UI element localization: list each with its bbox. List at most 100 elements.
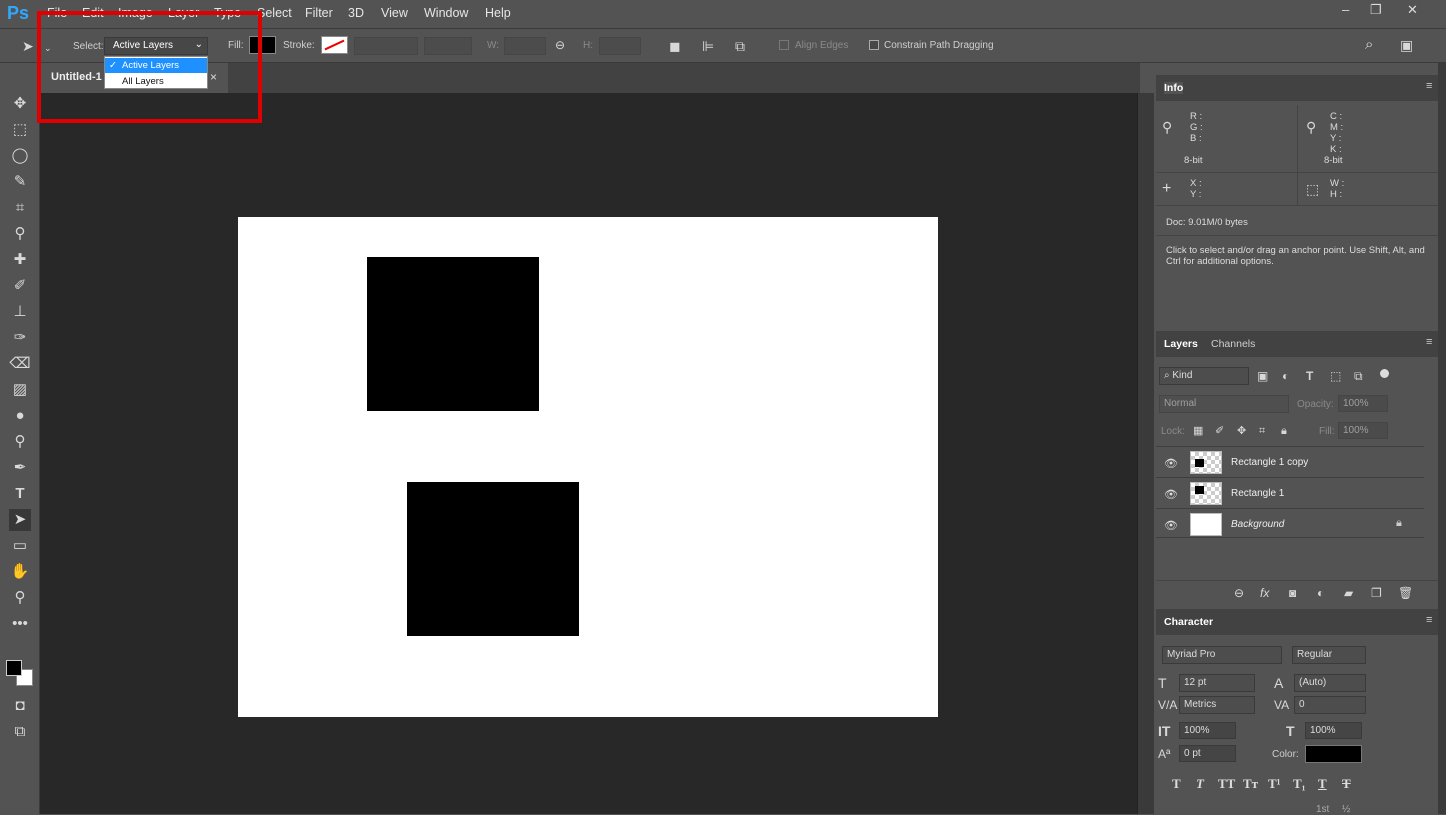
blur-tool-icon[interactable]: ● bbox=[9, 405, 31, 427]
brush-tool-icon[interactable]: ✐ bbox=[9, 275, 31, 297]
font-style-select[interactable]: Regular bbox=[1292, 646, 1366, 664]
rectangle-tool-icon[interactable]: ▭ bbox=[9, 535, 31, 557]
layer-filter-kind[interactable]: ⌕ Kind bbox=[1159, 367, 1249, 385]
layer-row[interactable]: 👁︎ Rectangle 1 bbox=[1156, 477, 1424, 507]
search-icon[interactable]: ⌕ bbox=[1365, 37, 1373, 53]
link-layers-icon[interactable]: ⊖ bbox=[1234, 585, 1244, 601]
rectangle-1-shape[interactable] bbox=[407, 482, 579, 636]
panel-menu-icon[interactable]: ≡ bbox=[1426, 336, 1432, 348]
pen-tool-icon[interactable]: ✒ bbox=[9, 457, 31, 479]
path-operations-icon[interactable]: ◼ bbox=[669, 38, 681, 54]
menu-3d[interactable]: 3D bbox=[348, 6, 364, 20]
dodge-tool-icon[interactable]: ⚲ bbox=[9, 431, 31, 453]
crop-tool-icon[interactable]: ⌗ bbox=[9, 197, 31, 219]
healing-brush-tool-icon[interactable]: ✚ bbox=[9, 249, 31, 271]
panel-menu-icon[interactable]: ≡ bbox=[1426, 80, 1432, 92]
constrain-checkbox[interactable] bbox=[869, 40, 879, 50]
gradient-tool-icon[interactable]: ▨ bbox=[9, 379, 31, 401]
move-tool-icon[interactable]: ✥ bbox=[9, 93, 31, 115]
text-color-swatch[interactable] bbox=[1305, 745, 1362, 763]
zoom-tool-icon[interactable]: ⚲ bbox=[9, 587, 31, 609]
menu-help[interactable]: Help bbox=[485, 6, 511, 20]
menu-filter[interactable]: Filter bbox=[305, 6, 333, 20]
layer-name[interactable]: Rectangle 1 bbox=[1231, 488, 1284, 499]
tracking-select[interactable]: 0 bbox=[1294, 696, 1366, 714]
quick-selection-tool-icon[interactable]: ✎ bbox=[9, 171, 31, 193]
quick-mask-icon[interactable]: ◘ bbox=[9, 695, 31, 717]
restore-button[interactable]: ❐ bbox=[1370, 2, 1382, 18]
superscript-button[interactable]: T¹ bbox=[1268, 776, 1281, 792]
menu-select[interactable]: Select bbox=[257, 6, 292, 20]
type-filter-icon[interactable]: T bbox=[1306, 368, 1313, 384]
panel-menu-icon[interactable]: ≡ bbox=[1426, 614, 1432, 626]
font-size-select[interactable]: 12 pt bbox=[1179, 674, 1255, 692]
visibility-eye-icon[interactable]: 👁︎ bbox=[1164, 519, 1178, 532]
vertical-scale-field[interactable]: 100% bbox=[1179, 722, 1236, 739]
tab-info[interactable]: Info bbox=[1164, 82, 1184, 94]
workspace-icon[interactable]: ▣ bbox=[1400, 37, 1413, 53]
foreground-color-swatch[interactable] bbox=[6, 660, 22, 676]
align-edges-checkbox[interactable] bbox=[779, 40, 789, 50]
layer-name[interactable]: Rectangle 1 copy bbox=[1231, 457, 1308, 468]
strikethrough-button[interactable]: T bbox=[1342, 776, 1351, 792]
path-selection-tool-icon[interactable]: ➤ bbox=[22, 38, 34, 54]
baseline-shift-field[interactable]: 0 pt bbox=[1179, 745, 1236, 762]
tab-layers[interactable]: Layers bbox=[1164, 338, 1198, 350]
lasso-tool-icon[interactable]: ◯ bbox=[9, 145, 31, 167]
path-alignment-icon[interactable]: ⊫ bbox=[702, 38, 714, 54]
folder-icon[interactable]: ▰ bbox=[1344, 585, 1353, 601]
ordinals-button[interactable]: 1st bbox=[1316, 804, 1329, 815]
eraser-tool-icon[interactable]: ⌫ bbox=[9, 353, 31, 375]
filter-toggle-icon[interactable] bbox=[1380, 369, 1389, 378]
vertical-scrollbar[interactable] bbox=[1137, 93, 1154, 814]
tab-character[interactable]: Character bbox=[1164, 616, 1213, 628]
underline-button[interactable]: T bbox=[1318, 776, 1327, 792]
visibility-eye-icon[interactable]: 👁︎ bbox=[1164, 488, 1178, 501]
rectangle-1-copy-shape[interactable] bbox=[367, 257, 539, 411]
leading-select[interactable]: (Auto) bbox=[1294, 674, 1366, 692]
eyedropper-tool-icon[interactable]: ⚲ bbox=[9, 223, 31, 245]
faux-bold-button[interactable]: T bbox=[1172, 776, 1181, 792]
b-label: B : bbox=[1190, 133, 1202, 144]
menu-window[interactable]: Window bbox=[424, 6, 468, 20]
tab-channels[interactable]: Channels bbox=[1211, 338, 1255, 350]
type-tool-icon[interactable]: T bbox=[9, 483, 31, 505]
menu-view[interactable]: View bbox=[381, 6, 408, 20]
more-tools-icon[interactable]: ••• bbox=[9, 613, 31, 635]
adjustment-filter-icon[interactable]: ◐ bbox=[1282, 368, 1289, 384]
marquee-tool-icon[interactable]: ⬚ bbox=[9, 119, 31, 141]
layer-row[interactable]: 👁︎ Background 🔒︎ bbox=[1156, 508, 1424, 538]
clone-stamp-tool-icon[interactable]: ⊥ bbox=[9, 301, 31, 323]
y-label: Y : bbox=[1330, 133, 1342, 144]
close-window-button[interactable]: ✕ bbox=[1407, 2, 1418, 18]
fractions-button[interactable]: ½ bbox=[1342, 804, 1350, 815]
fx-icon[interactable]: fx bbox=[1260, 585, 1269, 601]
path-selection-tool-icon[interactable]: ➤ bbox=[9, 509, 31, 531]
shape-filter-icon[interactable]: ⬚ bbox=[1330, 368, 1341, 384]
horizontal-scale-field[interactable]: 100% bbox=[1305, 722, 1362, 739]
new-layer-icon[interactable]: ❐ bbox=[1371, 585, 1382, 601]
small-caps-button[interactable]: Tт bbox=[1243, 776, 1258, 792]
collapsed-panel-strip[interactable] bbox=[1438, 63, 1446, 814]
smart-object-filter-icon[interactable]: ⧉ bbox=[1354, 368, 1363, 384]
subscript-button[interactable]: T₁ bbox=[1293, 776, 1306, 792]
screen-mode-icon[interactable]: ⧉ bbox=[9, 721, 31, 743]
stroke-swatch[interactable] bbox=[321, 36, 348, 54]
hand-tool-icon[interactable]: ✋ bbox=[9, 561, 31, 583]
font-family-select[interactable]: Myriad Pro bbox=[1162, 646, 1282, 664]
pixel-filter-icon[interactable]: ▣ bbox=[1257, 368, 1268, 384]
adjustment-layer-icon[interactable]: ◐ bbox=[1317, 585, 1324, 601]
layer-name[interactable]: Background bbox=[1231, 519, 1284, 530]
document-canvas[interactable] bbox=[238, 217, 938, 717]
add-mask-icon[interactable]: ◙ bbox=[1289, 585, 1296, 601]
path-arrangement-icon[interactable]: ⧉ bbox=[735, 38, 745, 54]
minimize-button[interactable]: – bbox=[1342, 2, 1349, 17]
faux-italic-button[interactable]: T bbox=[1196, 776, 1204, 792]
layer-row[interactable]: 👁︎ Rectangle 1 copy bbox=[1156, 446, 1424, 476]
all-caps-button[interactable]: TT bbox=[1218, 776, 1235, 792]
visibility-eye-icon[interactable]: 👁︎ bbox=[1164, 457, 1178, 470]
kerning-select[interactable]: Metrics bbox=[1179, 696, 1255, 714]
leading-icon: A bbox=[1274, 675, 1284, 691]
history-brush-tool-icon[interactable]: ✑ bbox=[9, 327, 31, 349]
trash-icon[interactable]: 🗑︎ bbox=[1398, 585, 1413, 601]
